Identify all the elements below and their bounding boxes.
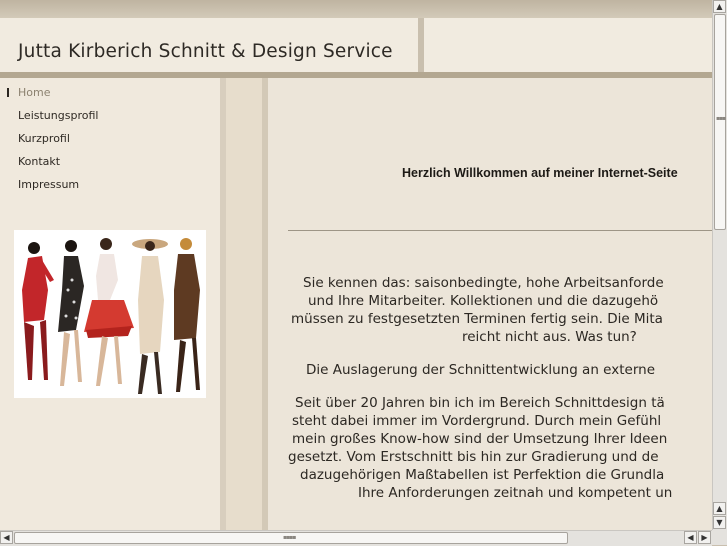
- paragraph-line: dazugehörigen Maßtabellen ist Perfektion…: [300, 467, 665, 483]
- left-arrow-icon: ◀: [687, 533, 694, 542]
- grip-icon: ▪▪▪: [716, 115, 726, 122]
- top-band: [0, 0, 712, 18]
- up-arrow-icon: ▲: [716, 504, 723, 513]
- paragraph-line: Seit über 20 Jahren bin ich im Bereich S…: [295, 395, 665, 411]
- nav-item-impressum[interactable]: Impressum: [18, 178, 79, 191]
- paragraph-line: gesetzt. Vom Erstschnitt bis hin zur Gra…: [288, 449, 659, 465]
- active-nav-marker: [7, 88, 9, 97]
- paragraph-line: müssen zu festgesetzten Terminen fertig …: [291, 311, 663, 327]
- welcome-heading: Herzlich Willkommen auf meiner Internet-…: [402, 166, 678, 180]
- right-arrow-icon: ▶: [701, 533, 708, 542]
- scroll-up-button-lower[interactable]: ▲: [713, 502, 726, 515]
- fashion-illustration: [14, 230, 206, 398]
- horizontal-scrollbar[interactable]: ◀ ▪▪▪▪ ◀ ▶: [0, 530, 712, 546]
- scroll-down-button[interactable]: ▼: [713, 516, 726, 529]
- main-content: Herzlich Willkommen auf meiner Internet-…: [268, 78, 712, 530]
- scroll-up-button[interactable]: ▲: [713, 0, 726, 13]
- scroll-right-button[interactable]: ▶: [698, 531, 711, 544]
- column-spacer: [226, 78, 262, 530]
- up-arrow-icon: ▲: [716, 2, 723, 11]
- paragraph-line: Die Auslagerung der Schnittentwicklung a…: [306, 362, 656, 378]
- paragraph-line: und Ihre Mitarbeiter. Kollektionen und d…: [308, 293, 659, 309]
- paragraph-line: Ihre Anforderungen zeitnah und kompetent…: [358, 485, 673, 501]
- vertical-scrollbar[interactable]: ▲ ▪▪▪ ▲ ▼: [712, 0, 727, 530]
- paragraph-line: reicht nicht aus. Was tun?: [462, 329, 637, 345]
- scroll-left-button-right[interactable]: ◀: [684, 531, 697, 544]
- paragraph-line: mein großes Know-how sind der Umsetzung …: [292, 431, 668, 447]
- grip-icon: ▪▪▪▪: [283, 534, 296, 541]
- paragraph-line: Sie kennen das: saisonbedingte, hohe Arb…: [303, 275, 664, 291]
- left-arrow-icon: ◀: [3, 533, 10, 542]
- nav-item-kurzprofil[interactable]: Kurzprofil: [18, 132, 70, 145]
- vertical-scroll-thumb[interactable]: [714, 14, 726, 230]
- down-arrow-icon: ▼: [716, 518, 723, 527]
- header-title-panel: Jutta Kirberich Schnitt & Design Service: [0, 18, 418, 74]
- scroll-left-button[interactable]: ◀: [0, 531, 13, 544]
- header-right-panel: [424, 18, 712, 74]
- nav-item-kontakt[interactable]: Kontakt: [18, 155, 60, 168]
- scrollbar-corner: [712, 530, 727, 545]
- paragraph-line: steht dabei immer im Vordergrund. Durch …: [292, 413, 662, 429]
- horizontal-rule: [288, 230, 712, 231]
- nav-item-home[interactable]: Home: [18, 86, 50, 99]
- site-title: Jutta Kirberich Schnitt & Design Service: [18, 41, 393, 62]
- nav-item-leistungsprofil[interactable]: Leistungsprofil: [18, 109, 98, 122]
